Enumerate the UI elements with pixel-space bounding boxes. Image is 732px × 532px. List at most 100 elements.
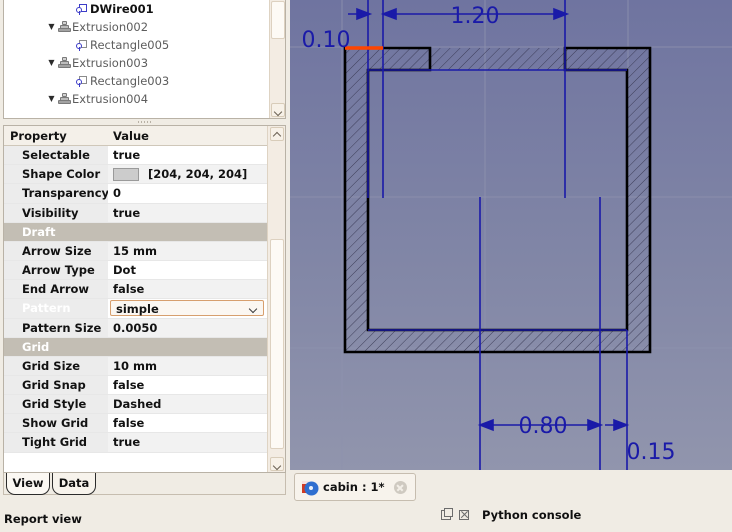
model-tree-list[interactable]: DWire001▼Extrusion002Rectangle005▼Extrus…	[4, 0, 269, 118]
pattern-dropdown[interactable]: simple	[110, 300, 264, 316]
dimension-0-10[interactable]	[348, 9, 370, 19]
property-key: Pattern	[4, 299, 108, 317]
bottom-bar: cabin : 1* Python console	[290, 470, 732, 532]
property-row-draft[interactable]: Draft	[4, 223, 267, 242]
u-section-profile	[345, 48, 650, 352]
property-row-shape-color[interactable]: Shape Color [204, 204, 204]	[4, 165, 267, 184]
property-value[interactable]: false	[108, 414, 267, 432]
tree-item-rectangle003[interactable]: Rectangle003	[4, 72, 269, 90]
tree-scroll-down-button[interactable]	[271, 103, 285, 117]
chevron-down-icon	[274, 462, 280, 468]
property-scroll-down-button[interactable]	[270, 457, 284, 471]
property-key: Arrow Size	[4, 242, 108, 260]
tree-item-extrusion003[interactable]: ▼ Extrusion003	[4, 54, 269, 72]
triangle-down-icon[interactable]: ▼	[46, 18, 57, 36]
property-key: Grid Snap	[4, 376, 108, 394]
projection-lines	[368, 0, 627, 470]
property-vertical-scrollbar[interactable]	[267, 126, 285, 472]
tree-scrollbar-thumb[interactable]	[271, 1, 285, 39]
property-value[interactable]: 0	[108, 184, 267, 202]
property-row-grid-snap[interactable]: Grid Snapfalse	[4, 376, 267, 395]
triangle-down-icon[interactable]: ▼	[46, 90, 57, 108]
pattern-dropdown-value: simple	[116, 301, 159, 317]
dimension-label-0-80: 0.80	[519, 414, 568, 439]
property-key: Transparency	[4, 184, 108, 202]
dimension-label-0-15: 0.15	[627, 440, 676, 465]
property-key: Grid Style	[4, 395, 108, 413]
property-value[interactable]: true	[108, 146, 267, 164]
property-row-selectable[interactable]: Selectabletrue	[4, 146, 267, 165]
property-row-grid-style[interactable]: Grid StyleDashed	[4, 395, 267, 414]
python-console-titlebar: Python console	[440, 508, 581, 522]
property-row-arrow-type[interactable]: Arrow TypeDot	[4, 261, 267, 280]
left-dock-panel: DWire001▼Extrusion002Rectangle005▼Extrus…	[0, 0, 290, 532]
tree-item-extrusion004[interactable]: ▼ Extrusion004	[4, 90, 269, 108]
property-key: Tight Grid	[4, 433, 108, 451]
property-value[interactable]: [204, 204, 204]	[108, 165, 267, 183]
model-tree-panel[interactable]: DWire001▼Extrusion002Rectangle005▼Extrus…	[3, 0, 286, 119]
property-value-text: [204, 204, 204]	[148, 167, 247, 181]
property-key: Pattern Size	[4, 319, 108, 337]
triangle-down-icon[interactable]: ▼	[46, 54, 57, 72]
property-row-arrow-size[interactable]: Arrow Size15 mm	[4, 242, 267, 261]
close-window-icon[interactable]	[458, 509, 471, 522]
report-view-title: Report view	[4, 512, 82, 526]
property-key: Selectable	[4, 146, 108, 164]
splitter-grip	[138, 121, 152, 123]
property-row-grid-size[interactable]: Grid Size10 mm	[4, 357, 267, 376]
property-key: Grid	[4, 338, 108, 356]
property-value[interactable]	[108, 223, 267, 241]
property-row-pattern-size[interactable]: Pattern Size0.0050	[4, 319, 267, 338]
property-value[interactable]: false	[108, 376, 267, 394]
property-value[interactable]: true	[108, 204, 267, 222]
dimension-0-15[interactable]	[605, 420, 627, 430]
property-panel-tabbar: View Data	[3, 473, 286, 495]
tab-data-label: Data	[59, 476, 90, 490]
tree-item-extrusion002[interactable]: ▼ Extrusion002	[4, 18, 269, 36]
property-row-show-grid[interactable]: Show Gridfalse	[4, 414, 267, 433]
tree-item-label: Extrusion004	[72, 90, 148, 108]
property-key: Show Grid	[4, 414, 108, 432]
property-row-tight-grid[interactable]: Tight Gridtrue	[4, 433, 267, 452]
tree-item-label: Extrusion003	[72, 54, 148, 72]
tree-item-label: Extrusion002	[72, 18, 148, 36]
property-value[interactable]: 0.0050	[108, 319, 267, 337]
property-row-transparency[interactable]: Transparency0	[4, 184, 267, 203]
property-value[interactable]: 15 mm	[108, 242, 267, 260]
float-window-icon[interactable]	[440, 509, 453, 522]
tree-item-rectangle005[interactable]: Rectangle005	[4, 36, 269, 54]
chevron-down-icon	[250, 306, 257, 313]
column-header-property: Property	[4, 126, 108, 145]
tab-view[interactable]: View	[6, 473, 50, 495]
property-value[interactable]: false	[108, 280, 267, 298]
extrusion-icon	[57, 18, 72, 36]
property-value[interactable]: true	[108, 433, 267, 451]
extrusion-icon	[57, 90, 72, 108]
property-value[interactable]: Dashed	[108, 395, 267, 413]
property-editor-table[interactable]: PropertyValueSelectabletrueShape Color[2…	[4, 126, 267, 472]
property-value[interactable]: simple	[108, 299, 267, 317]
property-editor-panel[interactable]: PropertyValueSelectabletrueShape Color[2…	[3, 125, 286, 473]
property-row-pattern[interactable]: Pattern simple	[4, 299, 267, 318]
freecad-window: DWire001▼Extrusion002Rectangle005▼Extrus…	[0, 0, 732, 532]
property-value[interactable]: Dot	[108, 261, 267, 279]
cross-section-drawing: 1.20 0.10 0.80 0.15	[290, 0, 732, 470]
3d-view[interactable]: 1.20 0.10 0.80 0.15	[290, 0, 732, 470]
document-tab-cabin[interactable]: cabin : 1*	[294, 473, 416, 501]
tab-view-label: View	[12, 476, 43, 490]
tree-item-dwire001[interactable]: DWire001	[4, 0, 269, 18]
tab-data[interactable]: Data	[52, 473, 96, 495]
color-swatch[interactable]	[113, 168, 139, 181]
property-row-visibility[interactable]: Visibilitytrue	[4, 204, 267, 223]
property-row-end-arrow[interactable]: End Arrowfalse	[4, 280, 267, 299]
property-key: Shape Color	[4, 165, 108, 183]
property-key: Draft	[4, 223, 108, 241]
property-value[interactable]: 10 mm	[108, 357, 267, 375]
property-scroll-up-button[interactable]	[270, 127, 284, 141]
property-value[interactable]	[108, 338, 267, 356]
property-row-grid[interactable]: Grid	[4, 338, 267, 357]
close-icon[interactable]	[394, 481, 407, 494]
tree-vertical-scrollbar[interactable]	[269, 0, 285, 118]
property-scrollbar-thumb[interactable]	[270, 239, 284, 449]
property-key: Arrow Type	[4, 261, 108, 279]
